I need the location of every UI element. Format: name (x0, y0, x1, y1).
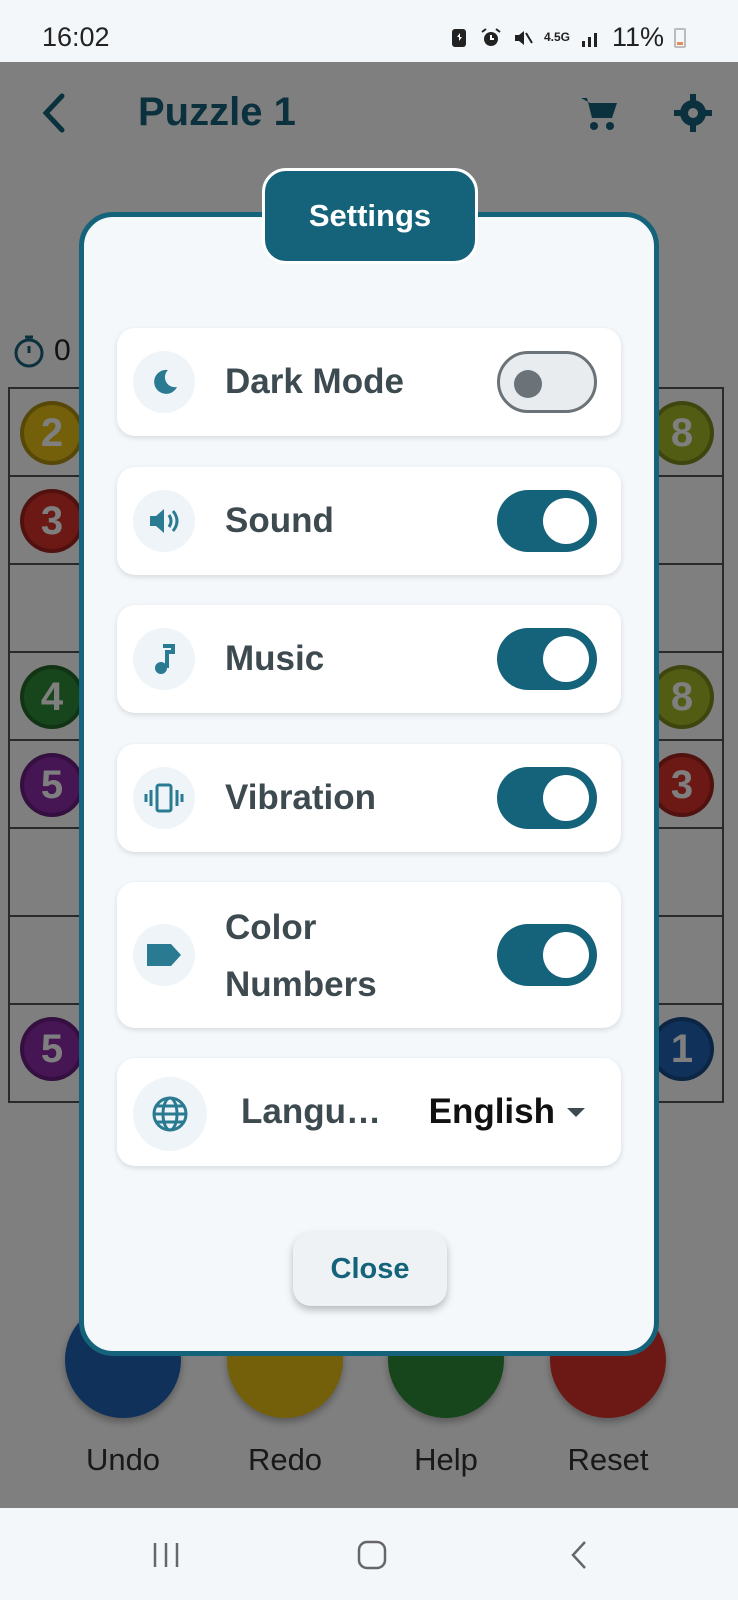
language-label: Langu… (241, 1092, 381, 1131)
setting-label: Sound (225, 501, 334, 540)
label-tag-icon (133, 924, 195, 986)
setting-label-line2: Numbers (225, 965, 377, 1004)
network-type: 4.5G (543, 30, 570, 44)
speaker-icon (133, 490, 195, 552)
toggle-knob (543, 932, 589, 978)
setting-row-vibration[interactable]: Vibration (117, 744, 621, 852)
system-navigation-bar (0, 1508, 738, 1600)
color-numbers-toggle[interactable] (497, 924, 597, 986)
music-note-icon (133, 628, 195, 690)
music-toggle[interactable] (497, 628, 597, 690)
setting-label-line1: Color (225, 908, 317, 947)
setting-row-dark-mode[interactable]: Dark Mode (117, 328, 621, 436)
globe-icon (133, 1077, 207, 1151)
dark-mode-toggle[interactable] (497, 351, 597, 413)
battery-icon (674, 27, 686, 48)
data-saver-icon (451, 28, 466, 47)
vibration-toggle[interactable] (497, 767, 597, 829)
status-icons: 4.5G 11% (448, 22, 686, 53)
battery-percent: 11% (611, 22, 664, 52)
dialog-title: Settings (262, 168, 478, 264)
setting-row-color-numbers[interactable]: Color Numbers (117, 882, 621, 1028)
setting-label: Vibration (225, 778, 377, 817)
alarm-icon (481, 27, 501, 46)
toggle-knob (543, 498, 589, 544)
setting-row-music[interactable]: Music (117, 605, 621, 713)
setting-label: Dark Mode (225, 362, 404, 401)
home-icon[interactable] (347, 1530, 397, 1580)
recent-apps-icon[interactable] (141, 1530, 191, 1580)
mute-icon (514, 30, 533, 45)
moon-icon (133, 351, 195, 413)
close-button[interactable]: Close (293, 1232, 447, 1306)
vibration-icon (133, 767, 195, 829)
setting-label: Music (225, 639, 325, 678)
toggle-knob (514, 370, 542, 398)
chevron-down-icon[interactable] (567, 1108, 585, 1117)
toggle-knob (543, 636, 589, 682)
setting-row-sound[interactable]: Sound (117, 467, 621, 575)
status-time: 16:02 (42, 22, 110, 52)
nav-back-icon[interactable] (555, 1530, 605, 1580)
signal-icon (581, 32, 597, 47)
toggle-knob (543, 775, 589, 821)
sound-toggle[interactable] (497, 490, 597, 552)
setting-row-language[interactable]: Langu… English (117, 1058, 621, 1166)
status-bar: 16:02 4.5G 11% (0, 0, 738, 62)
language-dropdown-value[interactable]: English (429, 1082, 555, 1142)
